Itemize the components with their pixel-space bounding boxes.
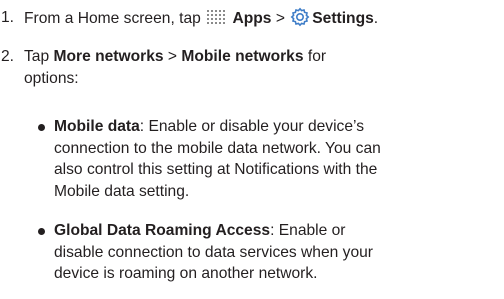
settings-label: Settings — [312, 10, 374, 27]
apps-label: Apps — [232, 10, 272, 27]
option-line: Mobile data setting. — [54, 182, 190, 200]
step-line: Tap More networks > Mobile networks for — [24, 46, 500, 68]
step-text: Tap More networks > Mobile networks for … — [24, 46, 500, 89]
step-suffix: . — [373, 10, 379, 27]
option-line: device is roaming on another network. — [54, 265, 318, 282]
bullet-dot — [38, 228, 45, 235]
option-line: disable connection to data services when… — [54, 243, 373, 261]
step-suffix: for — [307, 48, 327, 65]
option-line: Global Data Roaming Access: Enable or — [54, 220, 504, 242]
option-line: connection to the mobile data network. Y… — [54, 139, 381, 157]
option-text: Mobile data: Enable or disable your devi… — [54, 116, 504, 202]
step-number: 1. — [1, 9, 15, 26]
more-networks-label: More networks — [53, 48, 164, 65]
gear-icon — [290, 7, 310, 34]
step-number: 2. — [1, 48, 15, 65]
option-line: Mobile data: Enable or disable your devi… — [54, 116, 504, 138]
option-term: Mobile data — [54, 118, 140, 135]
step-prefix: Tap — [24, 48, 50, 65]
option-line: also control this setting at Notificatio… — [54, 161, 378, 178]
bullet-dot — [38, 124, 45, 131]
option-term: Global Data Roaming Access — [54, 222, 271, 239]
option-description: : Enable or disable your device’s — [139, 118, 365, 135]
step-text: From a Home screen, tap Apps > Settings. — [24, 7, 500, 34]
mobile-networks-label: Mobile networks — [181, 48, 304, 65]
step-line: options: — [24, 69, 79, 87]
step-prefix: From a Home screen, tap — [24, 10, 201, 27]
option-text: Global Data Roaming Access: Enable or di… — [54, 220, 504, 285]
apps-grid-icon — [206, 9, 226, 34]
path-separator: > — [167, 48, 178, 65]
instructions-document: 1. From a Home screen, tap Apps > Settin… — [0, 0, 504, 299]
path-separator: > — [275, 10, 285, 27]
option-description: : Enable or — [270, 222, 346, 239]
